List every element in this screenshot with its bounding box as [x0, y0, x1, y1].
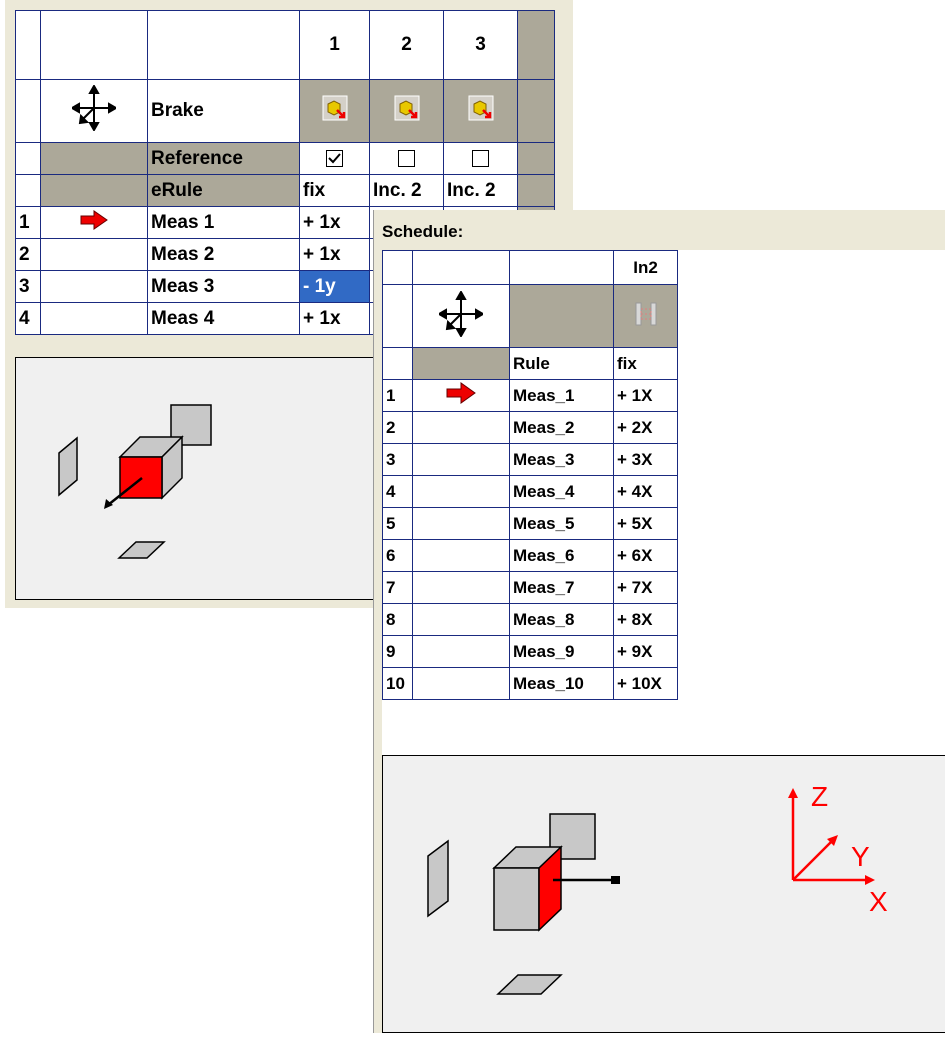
rule-label: Rule: [509, 347, 614, 380]
row-index: 4: [382, 475, 413, 508]
table-row[interactable]: 9 Meas_9 + 9X: [382, 635, 678, 668]
erule-row: eRule fix Inc. 2 Inc. 2: [15, 174, 555, 207]
schedule-title: Schedule:: [382, 222, 464, 241]
row-value[interactable]: + 10X: [613, 667, 678, 700]
fixture-icon: [631, 302, 661, 333]
row-index: 4: [15, 302, 41, 335]
table-row[interactable]: 4 Meas_4 + 4X: [382, 475, 678, 508]
brake-icon: [468, 95, 494, 126]
table-row[interactable]: 6 Meas_6 + 6X: [382, 539, 678, 572]
cube-diagram: Z Y X: [427, 781, 888, 995]
row-index: 5: [382, 507, 413, 540]
row-name: Meas_4: [509, 475, 614, 508]
floor-plane: [496, 974, 563, 995]
row-value[interactable]: + 1x: [299, 302, 370, 335]
schedule-grid-area: In2 Rule fix 1 Meas_1 + 1X 2 Meas_2 + 2X…: [382, 250, 945, 755]
rule-row: Rule fix: [382, 347, 678, 380]
row-index: 2: [382, 411, 413, 444]
rule-cell[interactable]: fix: [613, 347, 678, 380]
reference-checkbox-3[interactable]: [472, 149, 489, 167]
column-header-row: In2: [382, 250, 678, 285]
table-row[interactable]: 1 Meas_1 + 1X: [382, 379, 678, 412]
reference-label: Reference: [147, 142, 300, 175]
axis-y-label: Y: [851, 841, 870, 872]
row-value[interactable]: + 1x: [299, 238, 370, 271]
brake-row: [382, 284, 678, 348]
row-value[interactable]: + 1X: [613, 379, 678, 412]
row-name: Meas_9: [509, 635, 614, 668]
column-header-1[interactable]: 1: [299, 10, 370, 80]
table-row[interactable]: 2 Meas_2 + 2X: [382, 411, 678, 444]
row-index: 3: [15, 270, 41, 303]
row-value[interactable]: + 7X: [613, 571, 678, 604]
erule-label: eRule: [147, 174, 300, 207]
move-icon[interactable]: [40, 79, 148, 143]
row-value[interactable]: + 3X: [613, 443, 678, 476]
schedule-panel: Schedule: In2 Rule fix 1 Meas_1 + 1X 2 M…: [373, 210, 945, 1033]
side-plane: [58, 436, 78, 497]
schedule-grid: In2 Rule fix 1 Meas_1 + 1X 2 Meas_2 + 2X…: [382, 250, 678, 700]
row-index: 1: [382, 379, 413, 412]
table-row[interactable]: 10 Meas_10 + 10X: [382, 667, 678, 700]
current-row-arrow-icon: [446, 382, 476, 408]
row-value[interactable]: + 4X: [613, 475, 678, 508]
brake-button-2[interactable]: [369, 79, 444, 143]
in2-button[interactable]: [613, 284, 678, 348]
column-header-in2[interactable]: In2: [613, 250, 678, 285]
side-plane: [427, 839, 449, 918]
row-index: 6: [382, 539, 413, 572]
brake-icon: [394, 95, 420, 126]
move-icon[interactable]: [412, 284, 510, 348]
reference-checkbox-1[interactable]: [326, 149, 343, 167]
row-index: 10: [382, 667, 413, 700]
reference-checkbox-2[interactable]: [398, 149, 415, 167]
row-name: Meas_2: [509, 411, 614, 444]
brake-row: Brake: [15, 79, 555, 143]
table-row[interactable]: 5 Meas_5 + 5X: [382, 507, 678, 540]
row-name: Meas_5: [509, 507, 614, 540]
row-name: Meas_10: [509, 667, 614, 700]
row-name: Meas_1: [509, 379, 614, 412]
row-name: Meas_8: [509, 603, 614, 636]
row-value[interactable]: + 8X: [613, 603, 678, 636]
row-name: Meas 3: [147, 270, 300, 303]
row-index: 7: [382, 571, 413, 604]
row-name: Meas_6: [509, 539, 614, 572]
row-value[interactable]: + 9X: [613, 635, 678, 668]
brake-label: Brake: [147, 79, 300, 143]
row-value[interactable]: + 6X: [613, 539, 678, 572]
row-index: 9: [382, 635, 413, 668]
reference-row: Reference: [15, 142, 555, 175]
row-name: Meas_7: [509, 571, 614, 604]
erule-cell-1[interactable]: fix: [299, 174, 370, 207]
row-name: Meas 2: [147, 238, 300, 271]
column-header-3[interactable]: 3: [443, 10, 518, 80]
erule-cell-3[interactable]: Inc. 2: [443, 174, 518, 207]
row-name: Meas_3: [509, 443, 614, 476]
row-index: 2: [15, 238, 41, 271]
brake-button-1[interactable]: [299, 79, 370, 143]
row-value-selected[interactable]: - 1y: [299, 270, 370, 303]
row-value[interactable]: + 1x: [299, 206, 370, 239]
row-value[interactable]: + 5X: [613, 507, 678, 540]
row-index: 3: [382, 443, 413, 476]
row-name: Meas 4: [147, 302, 300, 335]
brake-icon: [322, 95, 348, 126]
floor-plane: [117, 541, 166, 559]
erule-cell-2[interactable]: Inc. 2: [369, 174, 444, 207]
column-header-row: 1 2 3: [15, 10, 555, 80]
axis-z-label: Z: [811, 781, 828, 812]
row-index: 8: [382, 603, 413, 636]
3d-preview-canvas[interactable]: Z Y X: [382, 755, 945, 1033]
table-row[interactable]: 7 Meas_7 + 7X: [382, 571, 678, 604]
brake-button-3[interactable]: [443, 79, 518, 143]
table-row[interactable]: 3 Meas_3 + 3X: [382, 443, 678, 476]
column-header-2[interactable]: 2: [369, 10, 444, 80]
row-value[interactable]: + 2X: [613, 411, 678, 444]
table-row[interactable]: 8 Meas_8 + 8X: [382, 603, 678, 636]
row-name: Meas 1: [147, 206, 300, 239]
current-row-arrow-icon: [80, 209, 108, 235]
row-index: 1: [15, 206, 41, 239]
axis-x-label: X: [869, 886, 888, 917]
